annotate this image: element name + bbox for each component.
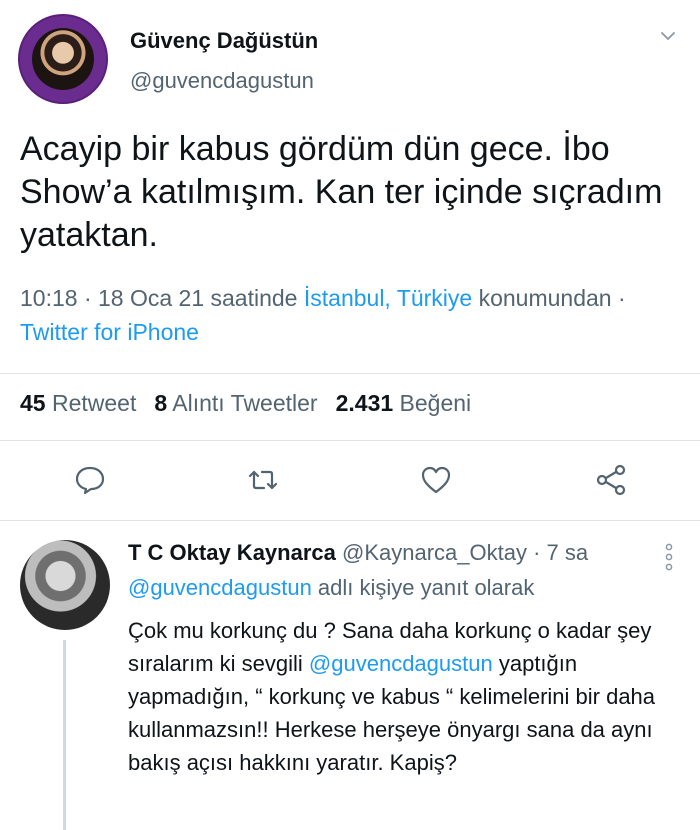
retweet-stat[interactable]: 45 Retweet	[20, 390, 136, 416]
tweet-text: Acayip bir kabus gördüm dün gece. İbo Sh…	[20, 130, 663, 254]
reply-author-handle[interactable]: @Kaynarca_Oktay	[342, 540, 527, 565]
quote-stat[interactable]: 8 Alıntı Tweetler	[154, 390, 317, 416]
chevron-down-icon[interactable]	[660, 28, 676, 44]
reply-author-avatar[interactable]	[20, 540, 110, 630]
reply-icon[interactable]	[72, 462, 108, 498]
tweet-location-suffix: konumundan ·	[472, 285, 626, 311]
author-display-name[interactable]: Güvenç Dağüstün	[130, 28, 318, 54]
reply-mention[interactable]: @guvencdagustun	[309, 651, 493, 676]
tweet-timestamp: 10:18 · 18 Oca 21 saatinde	[20, 285, 304, 311]
replying-to: @guvencdagustun adlı kişiye yanıt olarak	[128, 575, 534, 601]
author-avatar[interactable]	[18, 14, 108, 104]
author-handle[interactable]: @guvencdagustun	[130, 68, 314, 94]
divider	[0, 373, 700, 374]
thread-line	[63, 640, 66, 830]
like-icon[interactable]	[418, 462, 454, 498]
more-options-icon[interactable]	[664, 542, 674, 572]
share-icon[interactable]	[594, 462, 630, 498]
reply-header: T C Oktay Kaynarca @Kaynarca_Oktay · 7 s…	[128, 540, 588, 566]
like-stat[interactable]: 2.431 Beğeni	[336, 390, 472, 416]
reply-text: Çok mu korkunç du ? Sana daha korkunç o …	[128, 614, 693, 779]
replying-to-suffix: adlı kişiye yanıt olarak	[311, 575, 535, 600]
reply-time: · 7 sa	[533, 540, 589, 565]
divider	[0, 440, 700, 441]
tweet-stats: 45 Retweet 8 Alıntı Tweetler 2.431 Beğeni	[20, 390, 471, 417]
reply-author-name[interactable]: T C Oktay Kaynarca	[128, 540, 336, 565]
divider	[0, 520, 700, 521]
replying-to-handle[interactable]: @guvencdagustun	[128, 575, 312, 600]
tweet-source-link[interactable]: Twitter for iPhone	[20, 319, 199, 345]
tweet-meta: 10:18 · 18 Oca 21 saatinde İstanbul, Tür…	[20, 281, 660, 349]
tweet-location-link[interactable]: İstanbul, Türkiye	[304, 285, 472, 311]
retweet-icon[interactable]	[245, 462, 281, 498]
